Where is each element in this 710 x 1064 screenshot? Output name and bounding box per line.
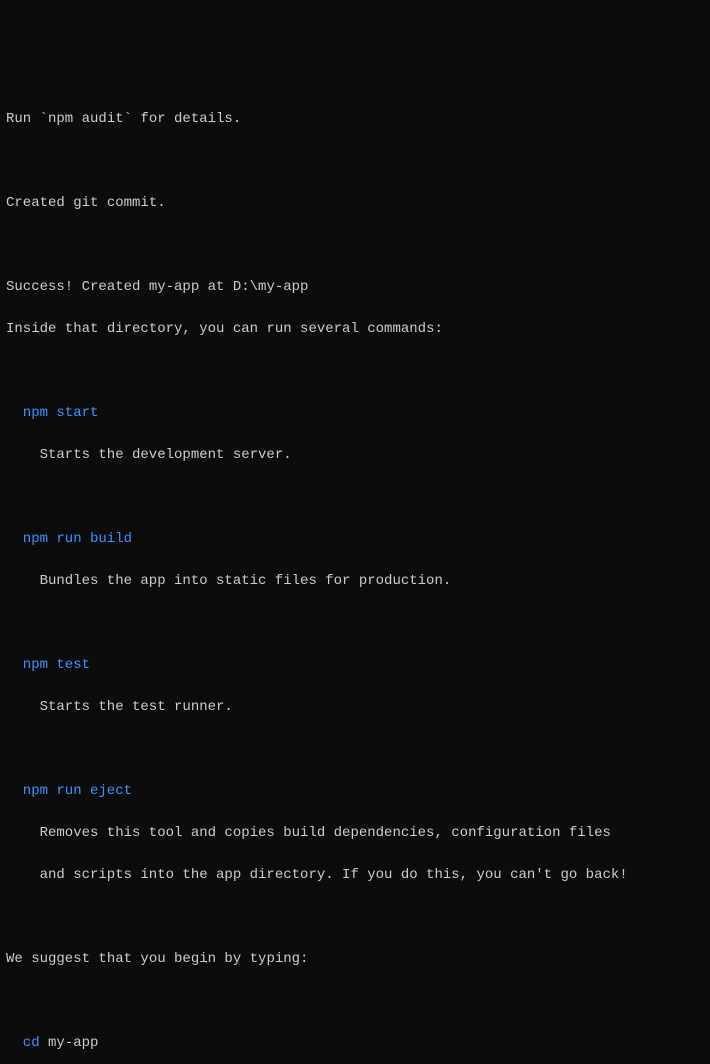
output-line: Run `npm audit` for details. (6, 109, 704, 130)
blank-line (6, 991, 704, 1012)
blank-line (6, 487, 704, 508)
blank-line (6, 907, 704, 928)
output-line: We suggest that you begin by typing: (6, 949, 704, 970)
output-line: Inside that directory, you can run sever… (6, 319, 704, 340)
command-npm-start: npm start (6, 403, 704, 424)
command-npm-run-eject: npm run eject (6, 781, 704, 802)
command-description: Removes this tool and copies build depen… (6, 823, 704, 844)
command-description: and scripts into the app directory. If y… (6, 865, 704, 886)
command-description: Starts the development server. (6, 445, 704, 466)
blank-line (6, 361, 704, 382)
command-cd: cd my-app (6, 1033, 704, 1054)
command-description: Starts the test runner. (6, 697, 704, 718)
command-npm-test: npm test (6, 655, 704, 676)
blank-line (6, 235, 704, 256)
terminal-output: Run `npm audit` for details. Created git… (6, 88, 704, 1064)
blank-line (6, 151, 704, 172)
command-description: Bundles the app into static files for pr… (6, 571, 704, 592)
blank-line (6, 613, 704, 634)
output-line: Success! Created my-app at D:\my-app (6, 277, 704, 298)
cd-prefix: cd (23, 1035, 48, 1051)
cd-arg: my-app (48, 1035, 98, 1051)
command-npm-run-build: npm run build (6, 529, 704, 550)
blank-line (6, 739, 704, 760)
output-line: Created git commit. (6, 193, 704, 214)
